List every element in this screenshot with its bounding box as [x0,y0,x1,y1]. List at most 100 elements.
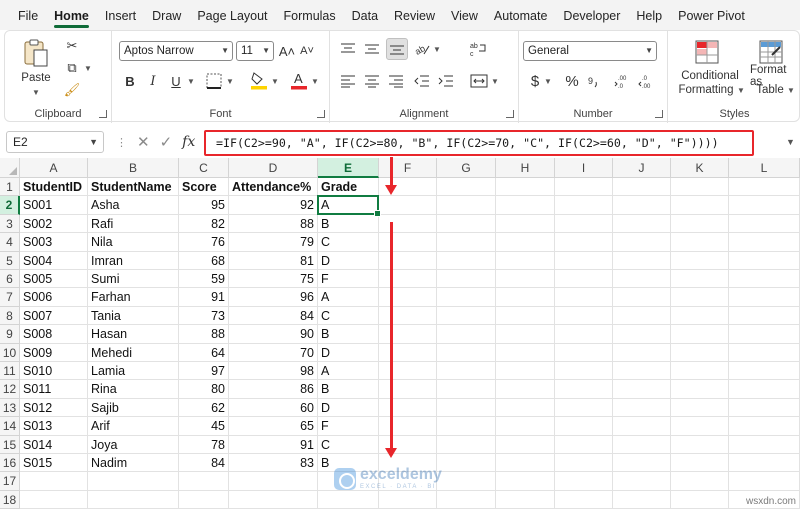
bold-button[interactable]: B [121,71,139,91]
cell-b1[interactable]: StudentName [88,178,179,197]
cell-i2[interactable] [555,196,613,215]
fill-color-icon[interactable] [248,69,270,91]
align-left-icon[interactable] [338,71,358,91]
cell-a11[interactable]: S010 [20,362,88,381]
menu-tab-home[interactable]: Home [46,0,97,30]
cell-h15[interactable] [496,435,555,454]
cell-g12[interactable] [437,380,496,399]
cell-j3[interactable] [613,214,671,234]
row-header-1[interactable]: 1 [0,178,20,197]
copy-icon[interactable]: ⧉ [63,59,81,77]
cell-e3[interactable]: B [318,214,379,234]
cell-h13[interactable] [496,398,555,418]
column-header-b[interactable]: B [88,158,179,178]
row-header-18[interactable]: 18 [0,490,20,510]
row-header-14[interactable]: 14 [0,417,20,436]
decrease-indent-icon[interactable] [412,71,432,91]
cell-b9[interactable]: Hasan [88,325,179,344]
currency-dropdown-icon[interactable]: ▼ [543,71,553,91]
cell-j16[interactable] [613,454,671,473]
cell-i5[interactable] [555,251,613,270]
cell-i17[interactable] [555,472,613,491]
menu-tab-page-layout[interactable]: Page Layout [189,0,275,30]
cell-i6[interactable] [555,270,613,289]
cell-g11[interactable] [437,362,496,381]
cell-j8[interactable] [613,306,671,326]
cell-e6[interactable]: F [318,270,379,289]
format-as-table-icon[interactable] [756,37,786,67]
enter-icon[interactable]: ✓ [160,133,173,151]
cell-a2[interactable]: S001 [20,196,88,215]
cell-c6[interactable]: 59 [179,270,229,289]
cell-f13[interactable] [379,398,437,418]
cell-k18[interactable] [671,490,729,510]
cell-g9[interactable] [437,325,496,344]
cell-e1[interactable]: Grade [318,178,379,197]
cell-d12[interactable]: 86 [229,380,318,399]
menu-tab-draw[interactable]: Draw [144,0,189,30]
cell-c12[interactable]: 80 [179,380,229,399]
cell-d1[interactable]: Attendance% [229,178,318,197]
cell-a6[interactable]: S005 [20,270,88,289]
cell-l4[interactable] [729,233,800,252]
cell-j18[interactable] [613,490,671,510]
cell-j17[interactable] [613,472,671,491]
copy-dropdown-icon[interactable]: ▼ [83,59,93,77]
name-box[interactable]: E2 ▼ [6,131,104,153]
menu-tab-formulas[interactable]: Formulas [276,0,344,30]
cell-b13[interactable]: Sajib [88,398,179,418]
cell-h3[interactable] [496,214,555,234]
cell-e5[interactable]: D [318,251,379,270]
cell-d11[interactable]: 98 [229,362,318,381]
cell-c9[interactable]: 88 [179,325,229,344]
cell-l15[interactable] [729,435,800,454]
cell-e10[interactable]: D [318,343,379,362]
paste-dropdown-icon[interactable]: ▼ [31,87,41,97]
cell-h5[interactable] [496,251,555,270]
cell-k4[interactable] [671,233,729,252]
cell-b7[interactable]: Farhan [88,288,179,307]
menu-tab-view[interactable]: View [443,0,486,30]
cell-h7[interactable] [496,288,555,307]
cell-c8[interactable]: 73 [179,306,229,326]
cell-g17[interactable] [437,472,496,491]
cell-j14[interactable] [613,417,671,436]
cell-l7[interactable] [729,288,800,307]
row-header-5[interactable]: 5 [0,251,20,270]
align-top-icon[interactable] [338,39,358,59]
menu-tab-developer[interactable]: Developer [555,0,628,30]
cell-b5[interactable]: Imran [88,251,179,270]
column-header-i[interactable]: I [555,158,613,178]
cell-j13[interactable] [613,398,671,418]
cell-b14[interactable]: Arif [88,417,179,436]
borders-dropdown-icon[interactable]: ▼ [225,71,235,91]
increase-decimal-icon[interactable]: .00.0 [613,71,635,91]
cell-l9[interactable] [729,325,800,344]
menu-tab-file[interactable]: File [0,0,46,30]
cell-g2[interactable] [437,196,496,215]
cell-e14[interactable]: F [318,417,379,436]
cell-l10[interactable] [729,343,800,362]
cell-l8[interactable] [729,306,800,326]
cell-d5[interactable]: 81 [229,251,318,270]
underline-dropdown-icon[interactable]: ▼ [186,71,196,91]
cell-e15[interactable]: C [318,435,379,454]
cell-a17[interactable] [20,472,88,491]
cell-i1[interactable] [555,178,613,197]
cell-c5[interactable]: 68 [179,251,229,270]
cell-l12[interactable] [729,380,800,399]
italic-button[interactable]: I [144,71,162,91]
format-as-table-line1[interactable]: Format as [750,64,800,88]
cell-b8[interactable]: Tania [88,306,179,326]
worksheet-grid[interactable]: A B C D E F G H I J K L 1 StudentID StudentName Score At… [0,158,800,510]
more-options-icon[interactable]: ⋮ [116,136,127,149]
cell-k9[interactable] [671,325,729,344]
cell-a5[interactable]: S004 [20,251,88,270]
cell-g3[interactable] [437,214,496,234]
cell-b15[interactable]: Joya [88,435,179,454]
row-header-4[interactable]: 4 [0,233,20,252]
paste-icon[interactable] [21,37,51,69]
cell-h12[interactable] [496,380,555,399]
align-bottom-icon[interactable] [386,38,408,60]
cell-l11[interactable] [729,362,800,381]
